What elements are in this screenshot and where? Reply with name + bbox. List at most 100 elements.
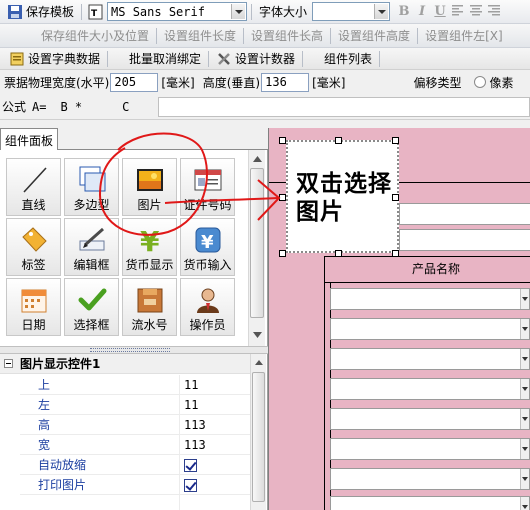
tool-checkbox[interactable]: 选择框 (64, 278, 119, 336)
resize-handle[interactable] (279, 250, 286, 257)
set-dictionary-button[interactable]: 设置字典数据 (6, 49, 103, 69)
pixel-radio[interactable] (473, 76, 486, 88)
scroll-up-icon (255, 360, 263, 365)
tool-date[interactable]: 日期 (6, 278, 61, 336)
tool-currency-input[interactable]: ¥ 货币输入 (180, 218, 235, 276)
chevron-down-icon (520, 289, 529, 309)
width-label: 票据物理宽度(水平) (4, 75, 110, 90)
picture-icon (137, 169, 163, 191)
property-value[interactable]: 113 (180, 435, 206, 455)
set-height-button[interactable]: 设置组件高度 (335, 26, 413, 46)
property-row-height[interactable]: 高 113 (20, 414, 250, 435)
font-name-select[interactable]: MS Sans Serif (107, 2, 248, 21)
property-value[interactable]: 11 (180, 395, 198, 415)
formula-label: 公式 (2, 100, 27, 114)
tool-serial-number[interactable]: 流水号 (122, 278, 177, 336)
save-size-position-button[interactable]: 保存组件大小及位置 (38, 26, 152, 46)
property-row-auto-scale[interactable]: 自动放缩 (20, 454, 250, 475)
checkbox-icon (78, 288, 107, 311)
align-right-button[interactable] (486, 3, 502, 21)
chevron-down-icon (520, 349, 529, 369)
component-list-button[interactable]: 组件列表 (321, 49, 375, 69)
property-category-label: 图片显示控件1 (20, 357, 101, 371)
tag-icon (22, 227, 47, 252)
palette-scrollbar[interactable] (248, 150, 265, 346)
form-input-2[interactable] (399, 229, 530, 251)
height-input[interactable] (261, 72, 310, 92)
product-select[interactable] (330, 468, 530, 490)
panel-tabbar: 组件面板 (0, 128, 268, 151)
collapse-icon (4, 359, 13, 368)
set-counter-button[interactable]: 设置计数器 (213, 49, 298, 69)
set-counter-label: 设置计数器 (235, 52, 296, 66)
product-select[interactable] (330, 378, 530, 400)
set-length-button[interactable]: 设置组件长度 (161, 26, 239, 46)
tool-line[interactable]: 直线 (6, 158, 61, 216)
separator (417, 27, 419, 44)
align-center-button[interactable] (468, 3, 484, 21)
product-select[interactable] (330, 288, 530, 310)
font-icon: T (88, 4, 104, 20)
print-image-checkbox[interactable] (184, 478, 197, 492)
property-value[interactable]: 113 (180, 415, 206, 435)
svg-text:¥: ¥ (201, 232, 214, 253)
dictionary-icon (9, 51, 25, 67)
form-left-border (324, 256, 325, 510)
font-size-select[interactable] (312, 2, 391, 21)
set-length-height-button[interactable]: 设置组件长高 (248, 26, 326, 46)
set-left-button[interactable]: 设置组件左[X] (422, 26, 506, 46)
tool-label[interactable]: 标签 (6, 218, 61, 276)
tool-currency-display[interactable]: ¥ 货币显示 (122, 218, 177, 276)
align-left-button[interactable] (450, 3, 466, 21)
property-scrollbar[interactable] (250, 354, 266, 510)
tool-id-number[interactable]: 证件号码 (180, 158, 235, 216)
formula-input[interactable] (158, 97, 530, 117)
formula-b-label: B * (60, 99, 83, 114)
product-select[interactable] (330, 348, 530, 370)
resize-handle[interactable] (335, 250, 342, 257)
pixel-radio-label: 像素 (489, 75, 514, 90)
property-row-top[interactable]: 上 11 (20, 374, 250, 395)
product-select[interactable] (330, 496, 530, 510)
tool-polygon[interactable]: 多边型 (64, 158, 119, 216)
property-category[interactable]: 图片显示控件1 (0, 354, 250, 374)
tool-id-number-label: 证件号码 (183, 198, 232, 212)
width-input[interactable] (110, 72, 159, 92)
chevron-down-icon (520, 409, 529, 429)
tab-component-panel[interactable]: 组件面板 (0, 128, 59, 151)
product-select[interactable] (330, 408, 530, 430)
palette-scroll-thumb[interactable] (250, 168, 264, 318)
product-select[interactable] (330, 438, 530, 460)
tool-operator[interactable]: 操作员 (180, 278, 235, 336)
property-name: 左 (20, 394, 180, 415)
resize-handle[interactable] (392, 250, 399, 257)
batch-unbind-button[interactable]: 批量取消绑定 (126, 49, 204, 69)
tool-edit-box[interactable]: 编辑框 (64, 218, 119, 276)
underline-button[interactable]: U (432, 3, 448, 21)
property-scroll-thumb[interactable] (252, 372, 265, 502)
property-row-width[interactable]: 宽 113 (20, 434, 250, 455)
save-template-button[interactable]: 保存模板 (4, 2, 77, 22)
column-header-product-name: 产品名称 (412, 262, 461, 276)
property-row-left[interactable]: 左 11 (20, 394, 250, 415)
bold-button[interactable]: B (396, 3, 412, 21)
font-name-value: MS Sans Serif (111, 4, 205, 19)
image-control[interactable]: 双击选择图片 (286, 140, 399, 253)
property-row-next[interactable] (20, 494, 250, 510)
property-value[interactable]: 11 (180, 375, 198, 395)
resize-handle[interactable] (335, 137, 342, 144)
auto-scale-checkbox[interactable] (184, 458, 197, 472)
separator (379, 50, 381, 67)
resize-handle[interactable] (279, 137, 286, 144)
resize-handle[interactable] (392, 194, 399, 201)
polygon-icon (79, 166, 106, 192)
panel-splitter[interactable] (0, 346, 268, 354)
resize-handle[interactable] (279, 194, 286, 201)
property-name: 宽 (20, 434, 180, 455)
italic-button[interactable]: I (414, 3, 430, 21)
tool-picture[interactable]: 图片 (122, 158, 177, 216)
property-row-print-image[interactable]: 打印图片 (20, 474, 250, 495)
form-input-1[interactable] (399, 203, 530, 225)
resize-handle[interactable] (392, 137, 399, 144)
product-select[interactable] (330, 318, 530, 340)
